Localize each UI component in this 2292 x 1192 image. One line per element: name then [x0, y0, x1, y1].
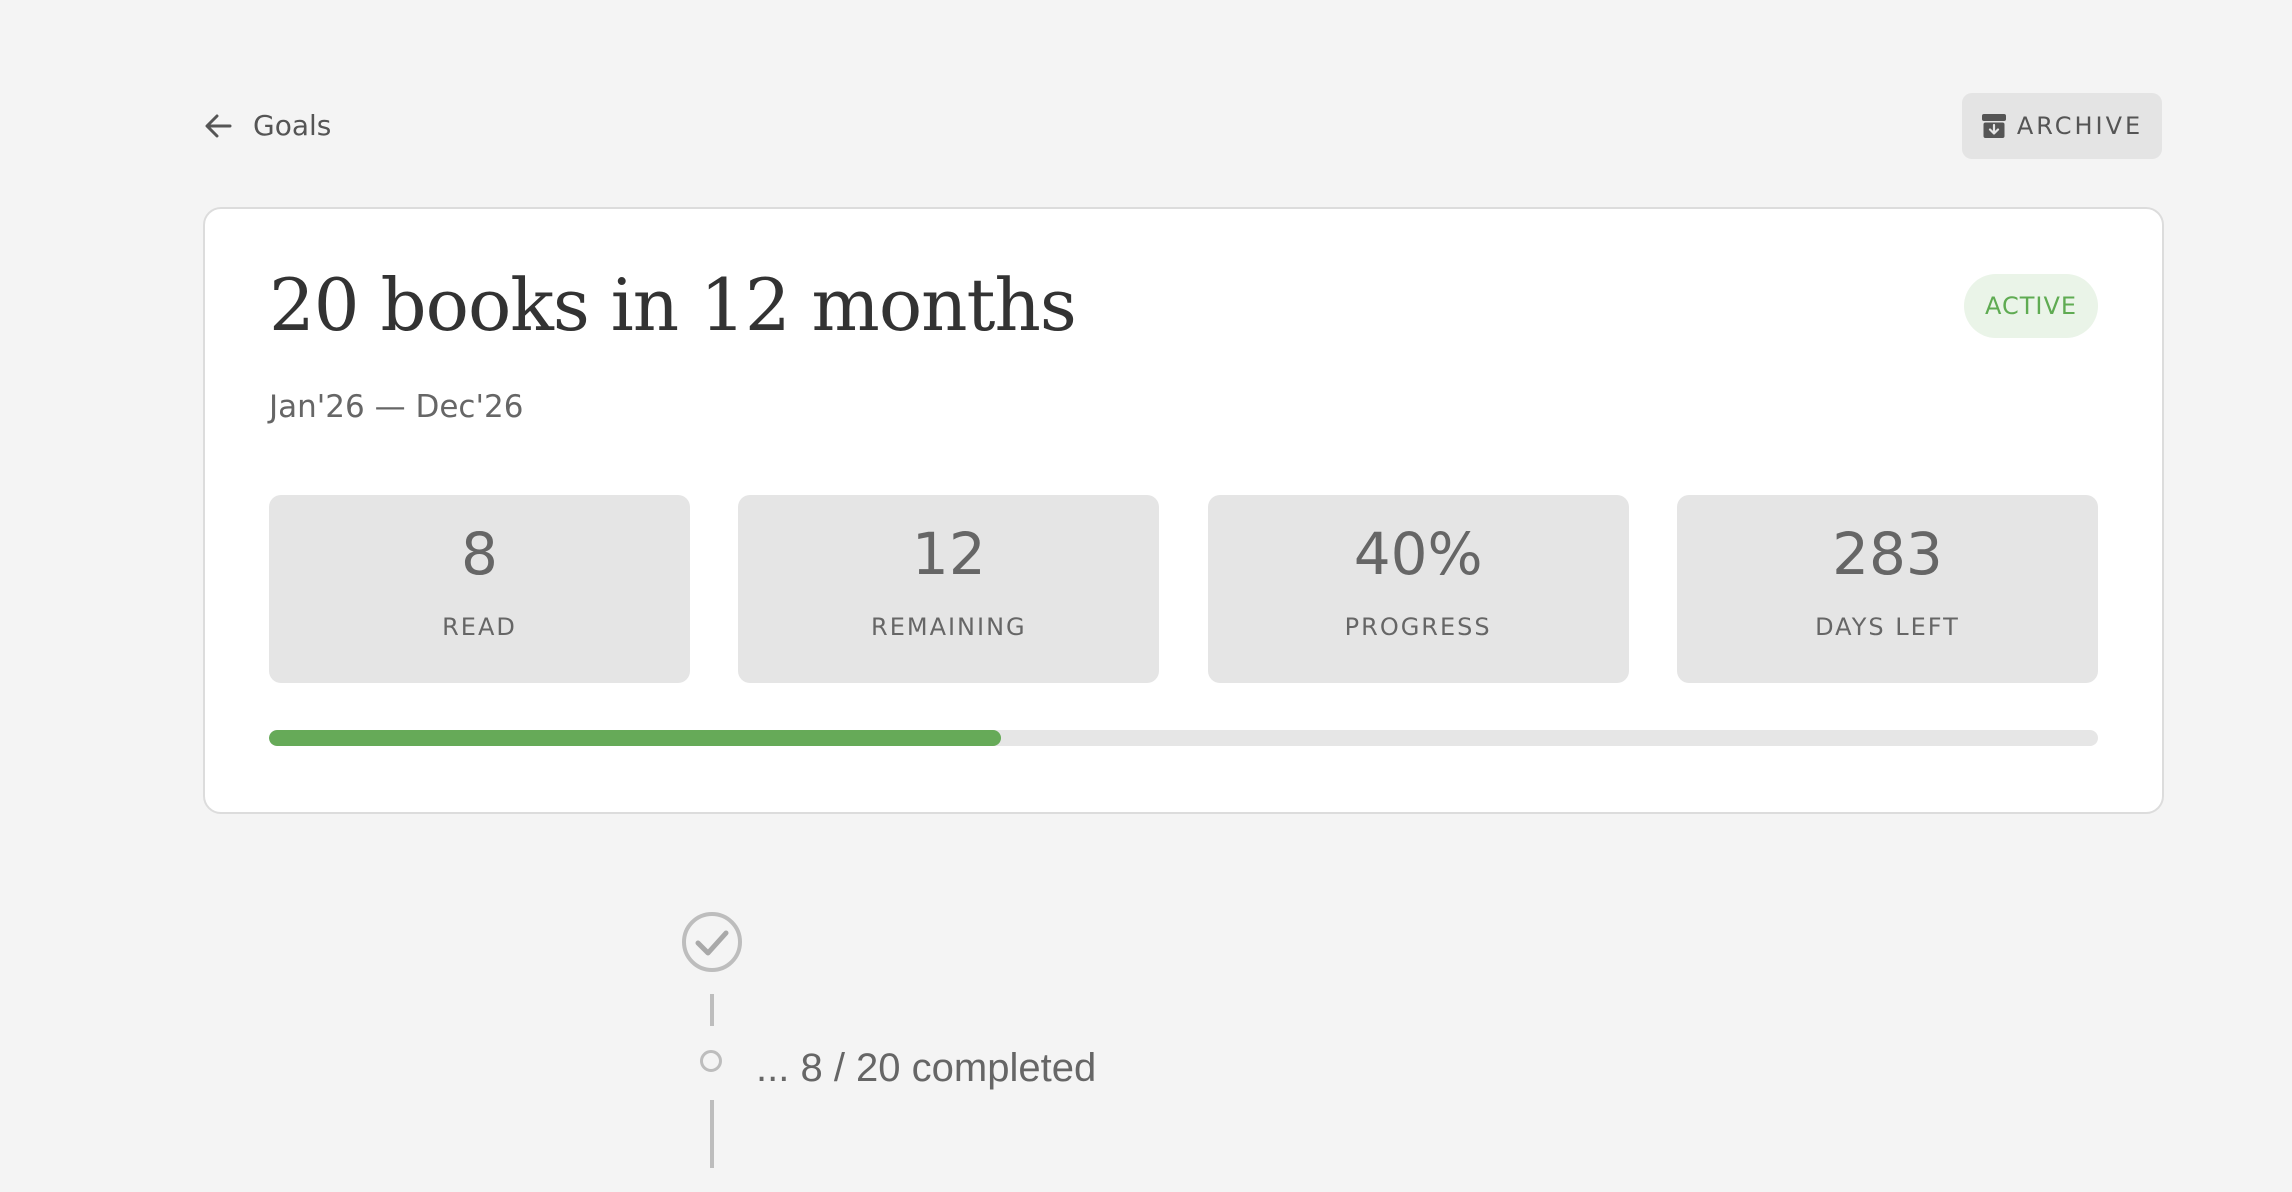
archive-box-icon [1981, 113, 2017, 139]
stat-label: REMAINING [871, 613, 1027, 641]
milestone-timeline: ... 8 / 20 completed [680, 910, 1280, 1192]
goal-card: 20 books in 12 months Jan'26 — Dec'26 AC… [203, 207, 2164, 814]
back-link-label: Goals [253, 109, 332, 142]
stat-tile-days-left: 283 DAYS LEFT [1676, 495, 2098, 683]
timeline-dot [700, 1050, 722, 1072]
archive-button-label: ARCHIVE [2016, 112, 2144, 140]
back-to-goals-link[interactable]: Goals [203, 109, 331, 142]
stat-value: 40% [1353, 520, 1483, 588]
stat-tile-remaining: 12 REMAINING [738, 495, 1160, 683]
goal-date-range: Jan'26 — Dec'26 [269, 389, 524, 425]
top-bar: Goals ARCHIVE [203, 93, 2162, 159]
progress-bar [269, 730, 2098, 746]
timeline-connector [710, 994, 714, 1026]
stat-value: 12 [911, 520, 986, 588]
stat-tile-progress: 40% PROGRESS [1207, 495, 1629, 683]
stat-value: 8 [461, 520, 498, 588]
archive-button[interactable]: ARCHIVE [1962, 93, 2162, 159]
stat-label: PROGRESS [1344, 613, 1492, 641]
goal-title: 20 books in 12 months [269, 263, 1077, 347]
stat-value: 283 [1832, 520, 1943, 588]
status-badge: ACTIVE [1964, 274, 2098, 338]
stats-row: 8 READ 12 REMAINING 40% PROGRESS 283 DAY… [269, 495, 2098, 683]
stat-label: DAYS LEFT [1815, 613, 1960, 641]
completed-count-text: ... 8 / 20 completed [756, 1046, 1097, 1090]
stat-tile-read: 8 READ [269, 495, 690, 683]
check-circle-icon [680, 910, 744, 978]
progress-bar-fill [269, 730, 1001, 746]
timeline-connector [710, 1100, 714, 1168]
arrow-left-icon [203, 111, 233, 141]
stat-label: READ [442, 613, 517, 641]
